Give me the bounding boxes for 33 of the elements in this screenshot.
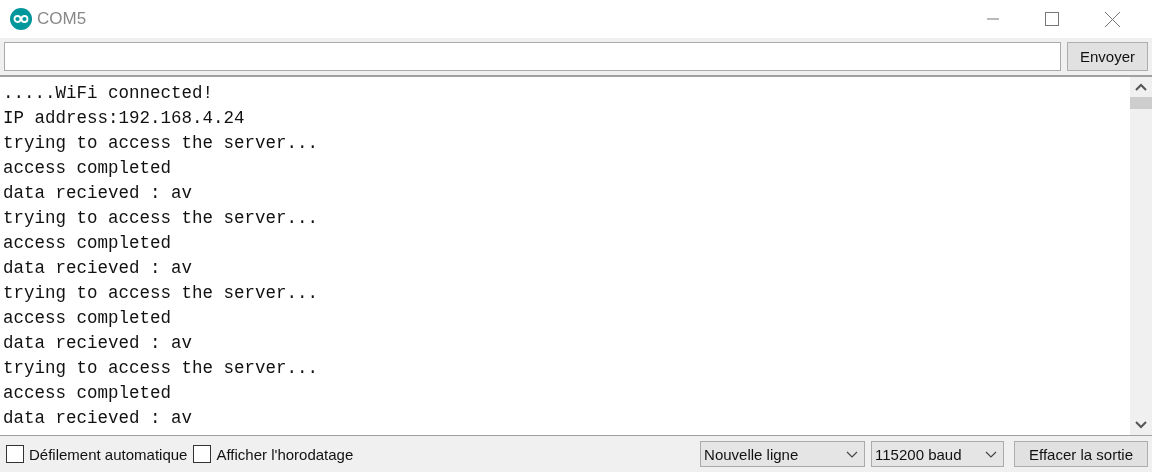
scroll-down-icon[interactable]: [1135, 421, 1147, 429]
app-logo-icon: [10, 8, 32, 30]
output-line: access completed: [3, 382, 173, 405]
window-title: COM5: [37, 9, 87, 29]
checkbox[interactable]: [6, 445, 24, 463]
close-icon[interactable]: [1105, 11, 1120, 27]
chevron-down-icon: [846, 450, 859, 458]
output-line: trying to access the server...: [3, 282, 320, 305]
output-line: access completed: [3, 307, 173, 330]
output-line: trying to access the server...: [3, 207, 320, 230]
clear-output-button[interactable]: Effacer la sortie: [1014, 441, 1148, 467]
output-line: data recieved : av: [3, 332, 194, 355]
output-line: .....WiFi connected!: [3, 82, 215, 105]
input-field[interactable]: [4, 42, 1061, 71]
scrollbar-thumb[interactable]: [1130, 97, 1152, 109]
output-line: trying to access the server...: [3, 132, 320, 155]
scrollbar[interactable]: [1130, 77, 1152, 435]
scroll-up-icon[interactable]: [1135, 83, 1147, 91]
maximize-icon[interactable]: [1045, 12, 1059, 26]
checkbox-label[interactable]: Afficher l'horodatage: [216, 445, 354, 463]
checkbox-label[interactable]: Défilement automatique: [29, 445, 188, 463]
output-line: data recieved : av: [3, 182, 194, 205]
dropdown[interactable]: Nouvelle ligne: [700, 441, 866, 467]
dropdown[interactable]: 115200 baud: [871, 441, 1005, 467]
output-line: access completed: [3, 157, 173, 180]
output-line: trying to access the server...: [3, 357, 320, 380]
chevron-down-icon: [985, 450, 998, 458]
output-line: IP address:192.168.4.24: [3, 107, 246, 130]
output-line: data recieved : av: [3, 407, 194, 430]
checkbox[interactable]: [193, 445, 212, 463]
output-line: access completed: [3, 232, 173, 255]
output-line: data recieved : av: [3, 257, 194, 280]
send-button[interactable]: Envoyer: [1066, 42, 1148, 71]
